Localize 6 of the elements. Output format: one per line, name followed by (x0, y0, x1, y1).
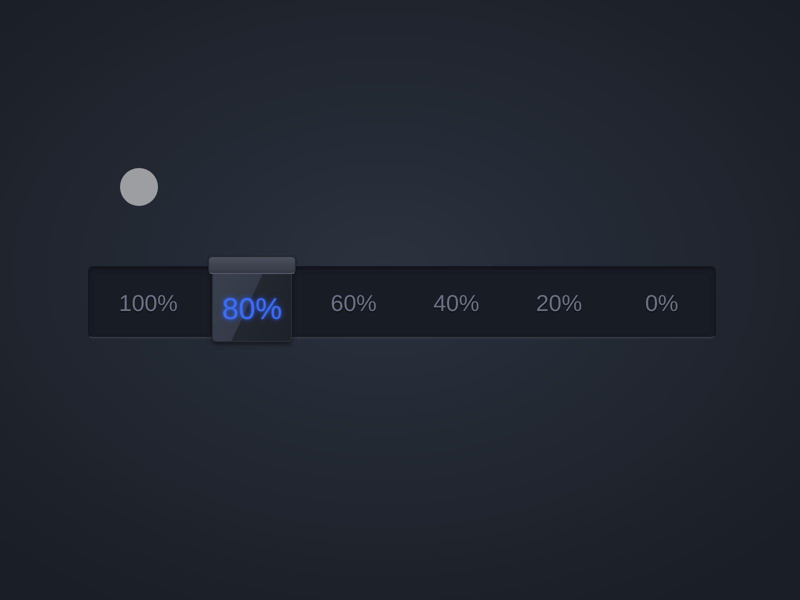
circle-icon (120, 168, 158, 206)
option-button[interactable]: 0% (645, 287, 678, 317)
option-button[interactable]: 60% (330, 287, 377, 317)
option-button[interactable]: 40% (433, 287, 480, 317)
option-button[interactable]: 20% (536, 287, 582, 317)
option-button[interactable]: 100% (118, 287, 178, 317)
